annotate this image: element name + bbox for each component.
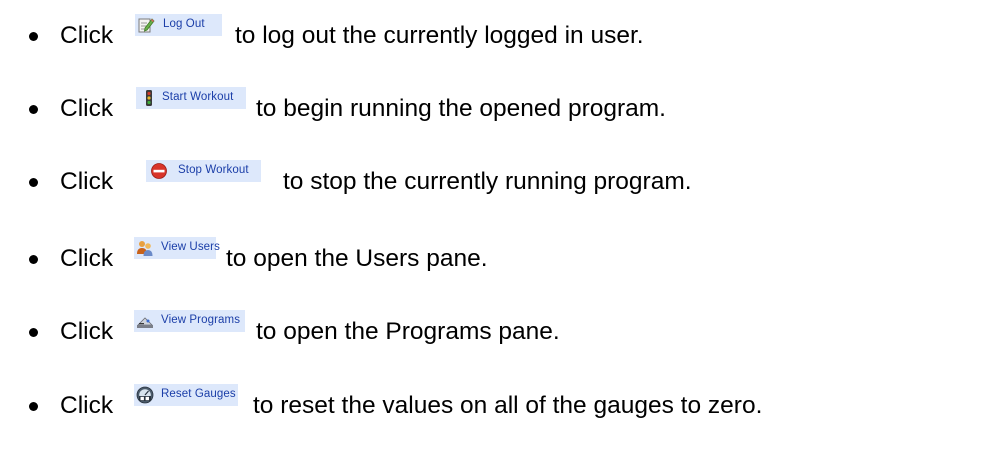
bullet	[29, 105, 38, 114]
log-out-description: to log out the currently logged in user.	[235, 22, 644, 49]
view-programs-button[interactable]: View Programs	[134, 310, 245, 332]
reset-gauges-button[interactable]: Reset Gauges	[134, 384, 238, 406]
click-word: Click	[60, 245, 114, 272]
start-workout-label: Start Workout	[162, 91, 234, 103]
bullet	[29, 255, 38, 264]
reset-gauge-icon	[136, 386, 154, 404]
view-users-label: View Users	[161, 241, 220, 253]
bullet	[29, 328, 38, 337]
list-item-stop-workout: Click Stop Workout to stop the currently…	[0, 160, 1008, 200]
click-word: Click	[60, 392, 114, 419]
start-workout-button[interactable]: Start Workout	[136, 87, 246, 109]
log-out-label: Log Out	[163, 18, 205, 30]
stop-sign-icon	[151, 163, 167, 179]
reset-gauges-description: to reset the values on all of the gauges…	[253, 392, 763, 419]
list-item-view-programs: Click View Programs to open the Programs…	[0, 310, 1008, 350]
click-word: Click	[60, 95, 114, 122]
list-item-log-out: Click Log Out to log out the currently l…	[0, 14, 1008, 54]
click-word: Click	[60, 22, 114, 49]
log-out-icon	[138, 18, 155, 33]
view-users-description: to open the Users pane.	[226, 245, 488, 272]
instruction-list: Click Log Out to log out the currently l…	[0, 0, 1008, 458]
view-users-button[interactable]: View Users	[134, 237, 220, 259]
list-item-start-workout: Click Start Workout to begin running the…	[0, 87, 1008, 127]
bullet	[29, 402, 38, 411]
stop-workout-label: Stop Workout	[178, 164, 249, 176]
programs-icon	[137, 317, 153, 328]
click-word: Click	[60, 318, 114, 345]
view-programs-label: View Programs	[161, 314, 241, 326]
users-icon	[137, 241, 153, 256]
start-workout-description: to begin running the opened program.	[256, 95, 666, 122]
stop-workout-button[interactable]: Stop Workout	[146, 160, 261, 182]
list-item-view-users: Click View Users to open the Users pane.	[0, 237, 1008, 277]
view-programs-description: to open the Programs pane.	[256, 318, 560, 345]
bullet	[29, 32, 38, 41]
click-word: Click	[60, 168, 114, 195]
bullet	[29, 178, 38, 187]
stop-workout-description: to stop the currently running program.	[283, 168, 692, 195]
reset-gauges-label: Reset Gauges	[161, 388, 236, 400]
log-out-button[interactable]: Log Out	[135, 14, 222, 36]
list-item-reset-gauges: Click Reset Gauges to reset the values o…	[0, 384, 1008, 424]
traffic-light-icon	[146, 90, 152, 106]
